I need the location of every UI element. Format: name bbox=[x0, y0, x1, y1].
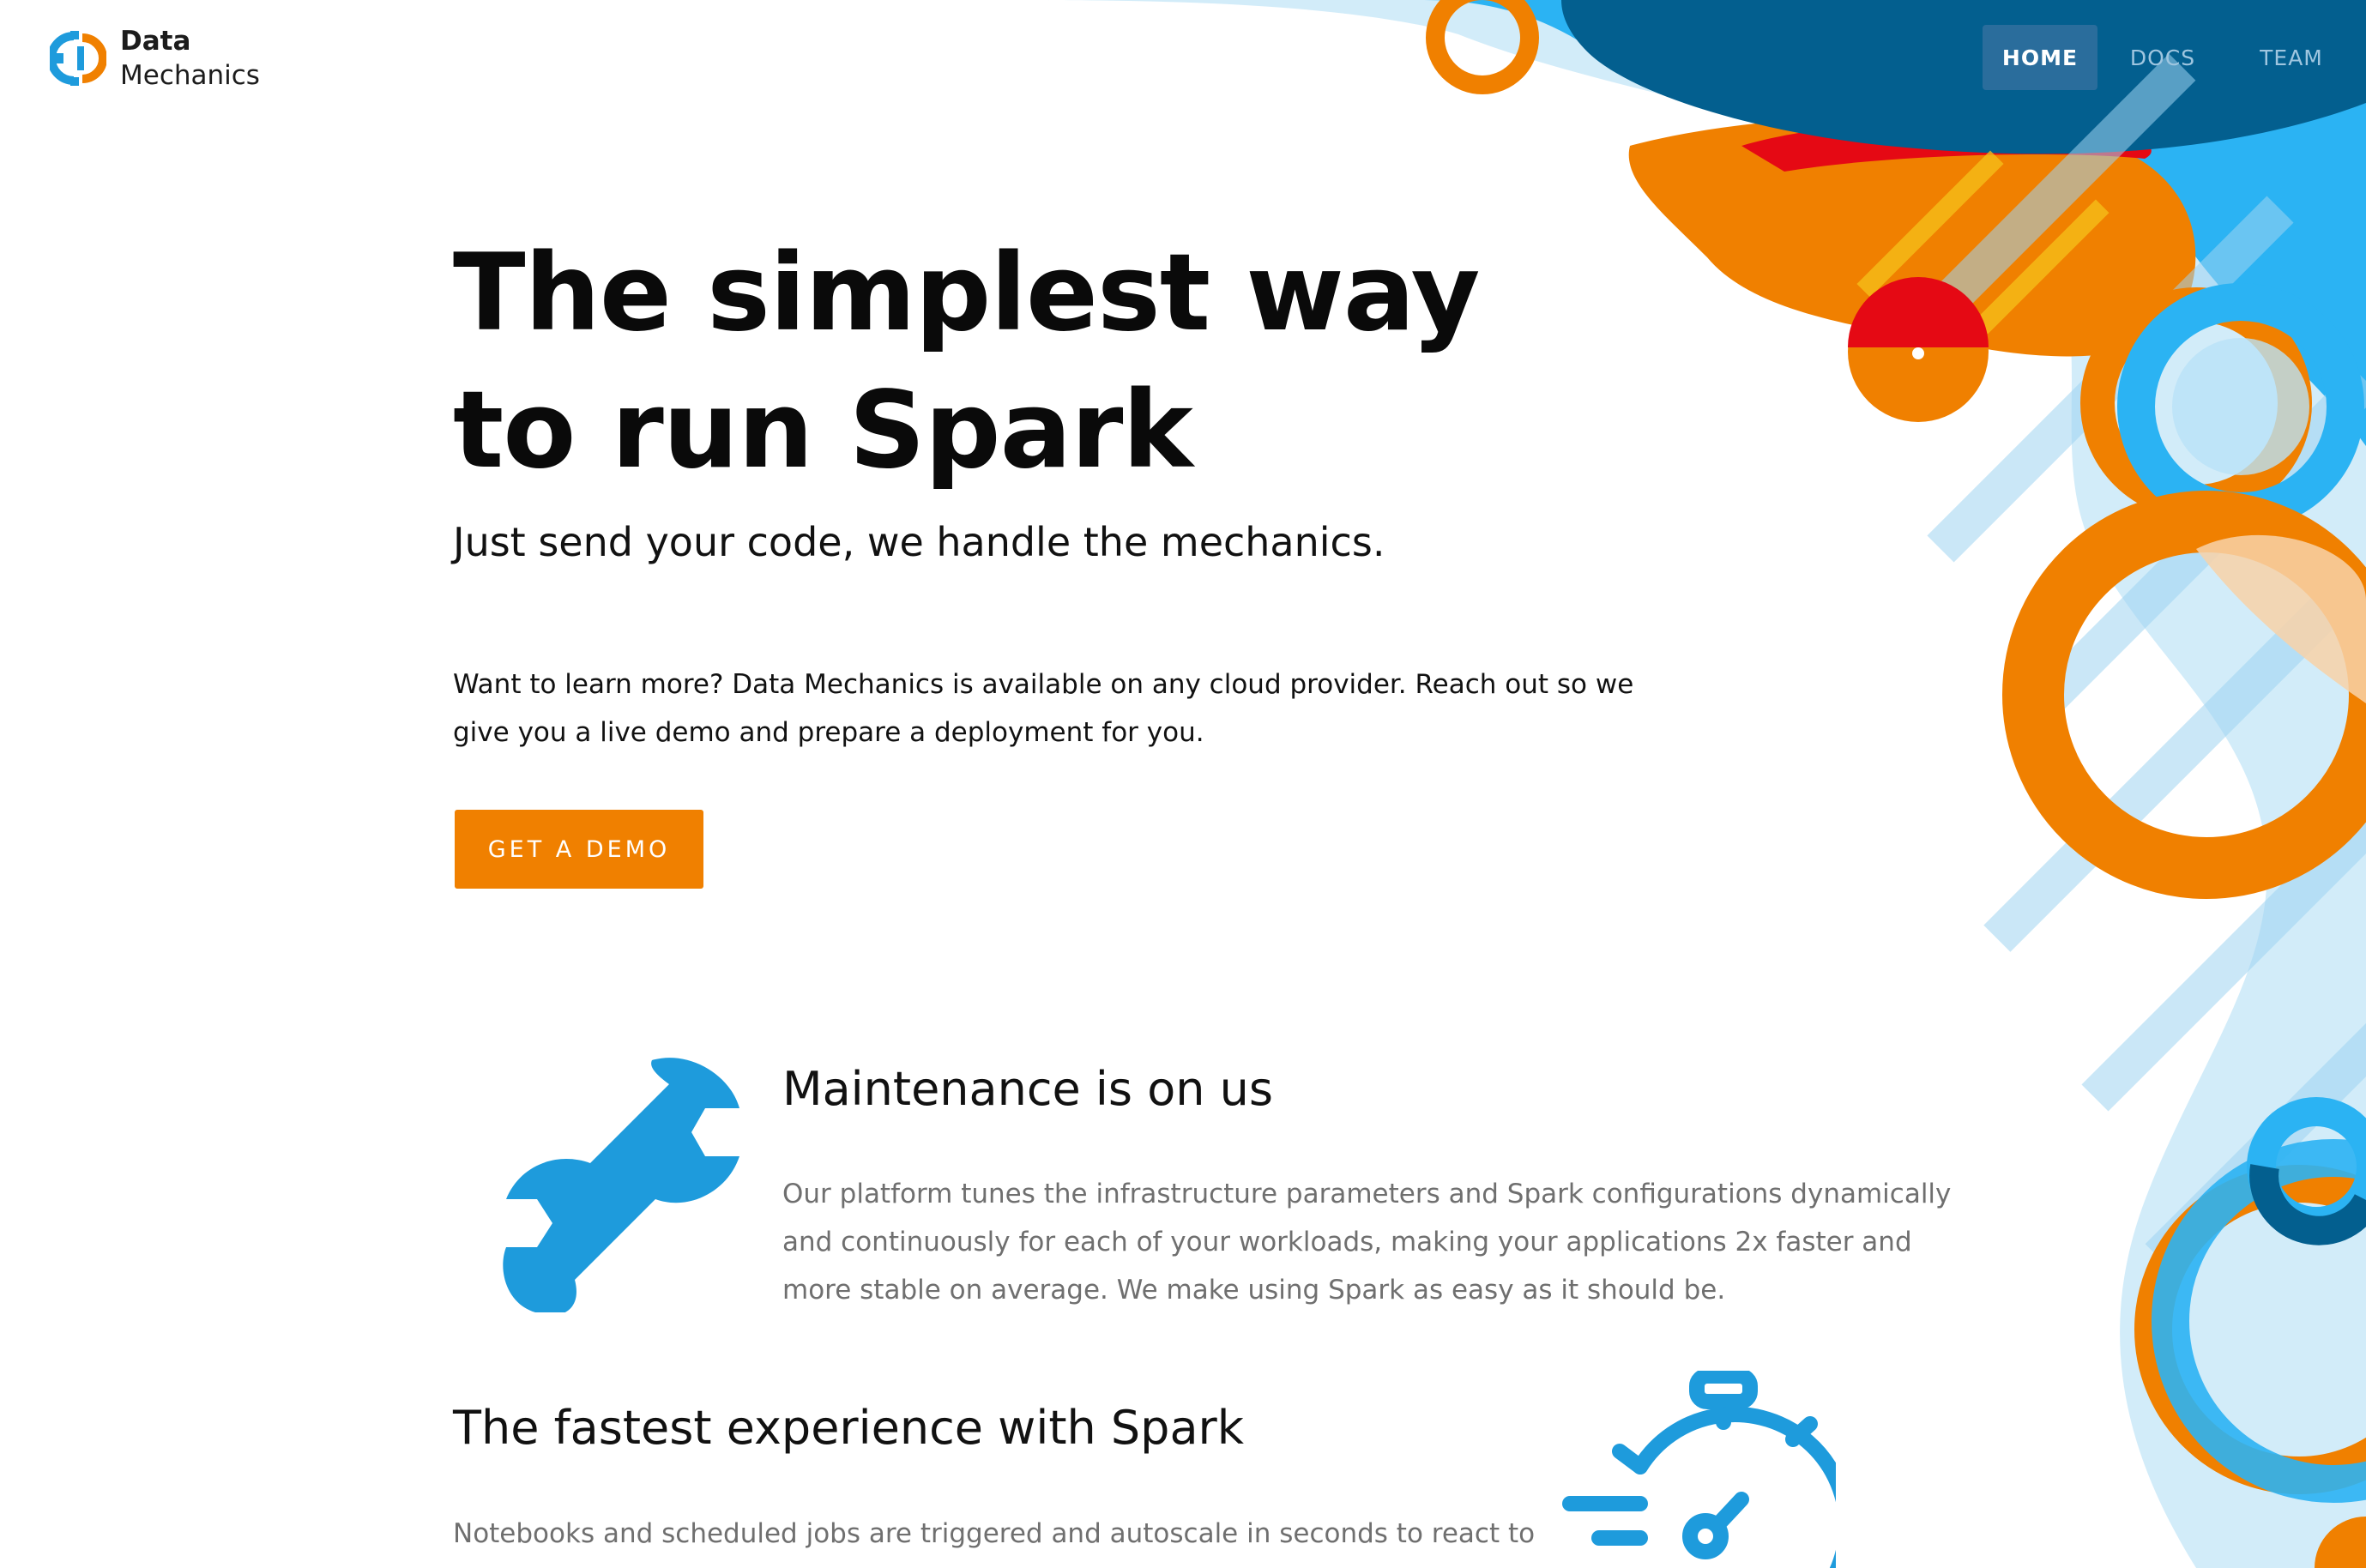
wrench-icon bbox=[503, 1058, 739, 1312]
hero-title: The simplest way to run Spark bbox=[453, 225, 1568, 499]
nav-home[interactable]: HOME bbox=[1983, 25, 2097, 90]
brand-name-line2: Mechanics bbox=[120, 60, 260, 91]
page: Data Mechanics HOME DOCS TEAM The simple… bbox=[0, 0, 2366, 1568]
hero-title-line1: The simplest way bbox=[453, 232, 1481, 355]
top-nav: HOME DOCS TEAM bbox=[1983, 25, 2355, 90]
nav-docs[interactable]: DOCS bbox=[2097, 25, 2228, 90]
feature-maintenance-desc-line1: Our platform tunes the infrastructure pa… bbox=[782, 1179, 1952, 1209]
feature-maintenance-desc: Our platform tunes the infrastructure pa… bbox=[782, 1170, 1952, 1314]
hero-body: Want to learn more? Data Mechanics is av… bbox=[453, 660, 1637, 757]
brand-name: Data Mechanics bbox=[120, 24, 260, 93]
feature-fastest-desc: Notebooks and scheduled jobs are trigger… bbox=[453, 1510, 1602, 1558]
nav-team[interactable]: TEAM bbox=[2228, 25, 2355, 90]
hero-body-line1: Want to learn more? Data Mechanics is av… bbox=[453, 669, 1634, 700]
brand-name-line1: Data bbox=[120, 26, 191, 57]
feature-fastest-title: The fastest experience with Spark bbox=[453, 1401, 1245, 1455]
gear-logo-icon bbox=[50, 31, 106, 86]
feature-maintenance-desc-line2: and continuously for each of your worklo… bbox=[782, 1227, 1912, 1257]
hero-title-line2: to run Spark bbox=[453, 369, 1193, 492]
feature-maintenance-desc-line3: more stable on average. We make using Sp… bbox=[782, 1275, 1726, 1306]
get-demo-button[interactable]: GET A DEMO bbox=[455, 810, 703, 889]
brand-logo[interactable]: Data Mechanics bbox=[50, 24, 260, 93]
feature-fastest-desc-line1: Notebooks and scheduled jobs are trigger… bbox=[453, 1518, 1536, 1549]
stopwatch-icon bbox=[1562, 1371, 1836, 1568]
hero-body-line2: give you a live demo and prepare a deplo… bbox=[453, 717, 1204, 748]
feature-maintenance-title: Maintenance is on us bbox=[782, 1062, 1274, 1116]
hero-subtitle: Just send your code, we handle the mecha… bbox=[453, 519, 1385, 565]
